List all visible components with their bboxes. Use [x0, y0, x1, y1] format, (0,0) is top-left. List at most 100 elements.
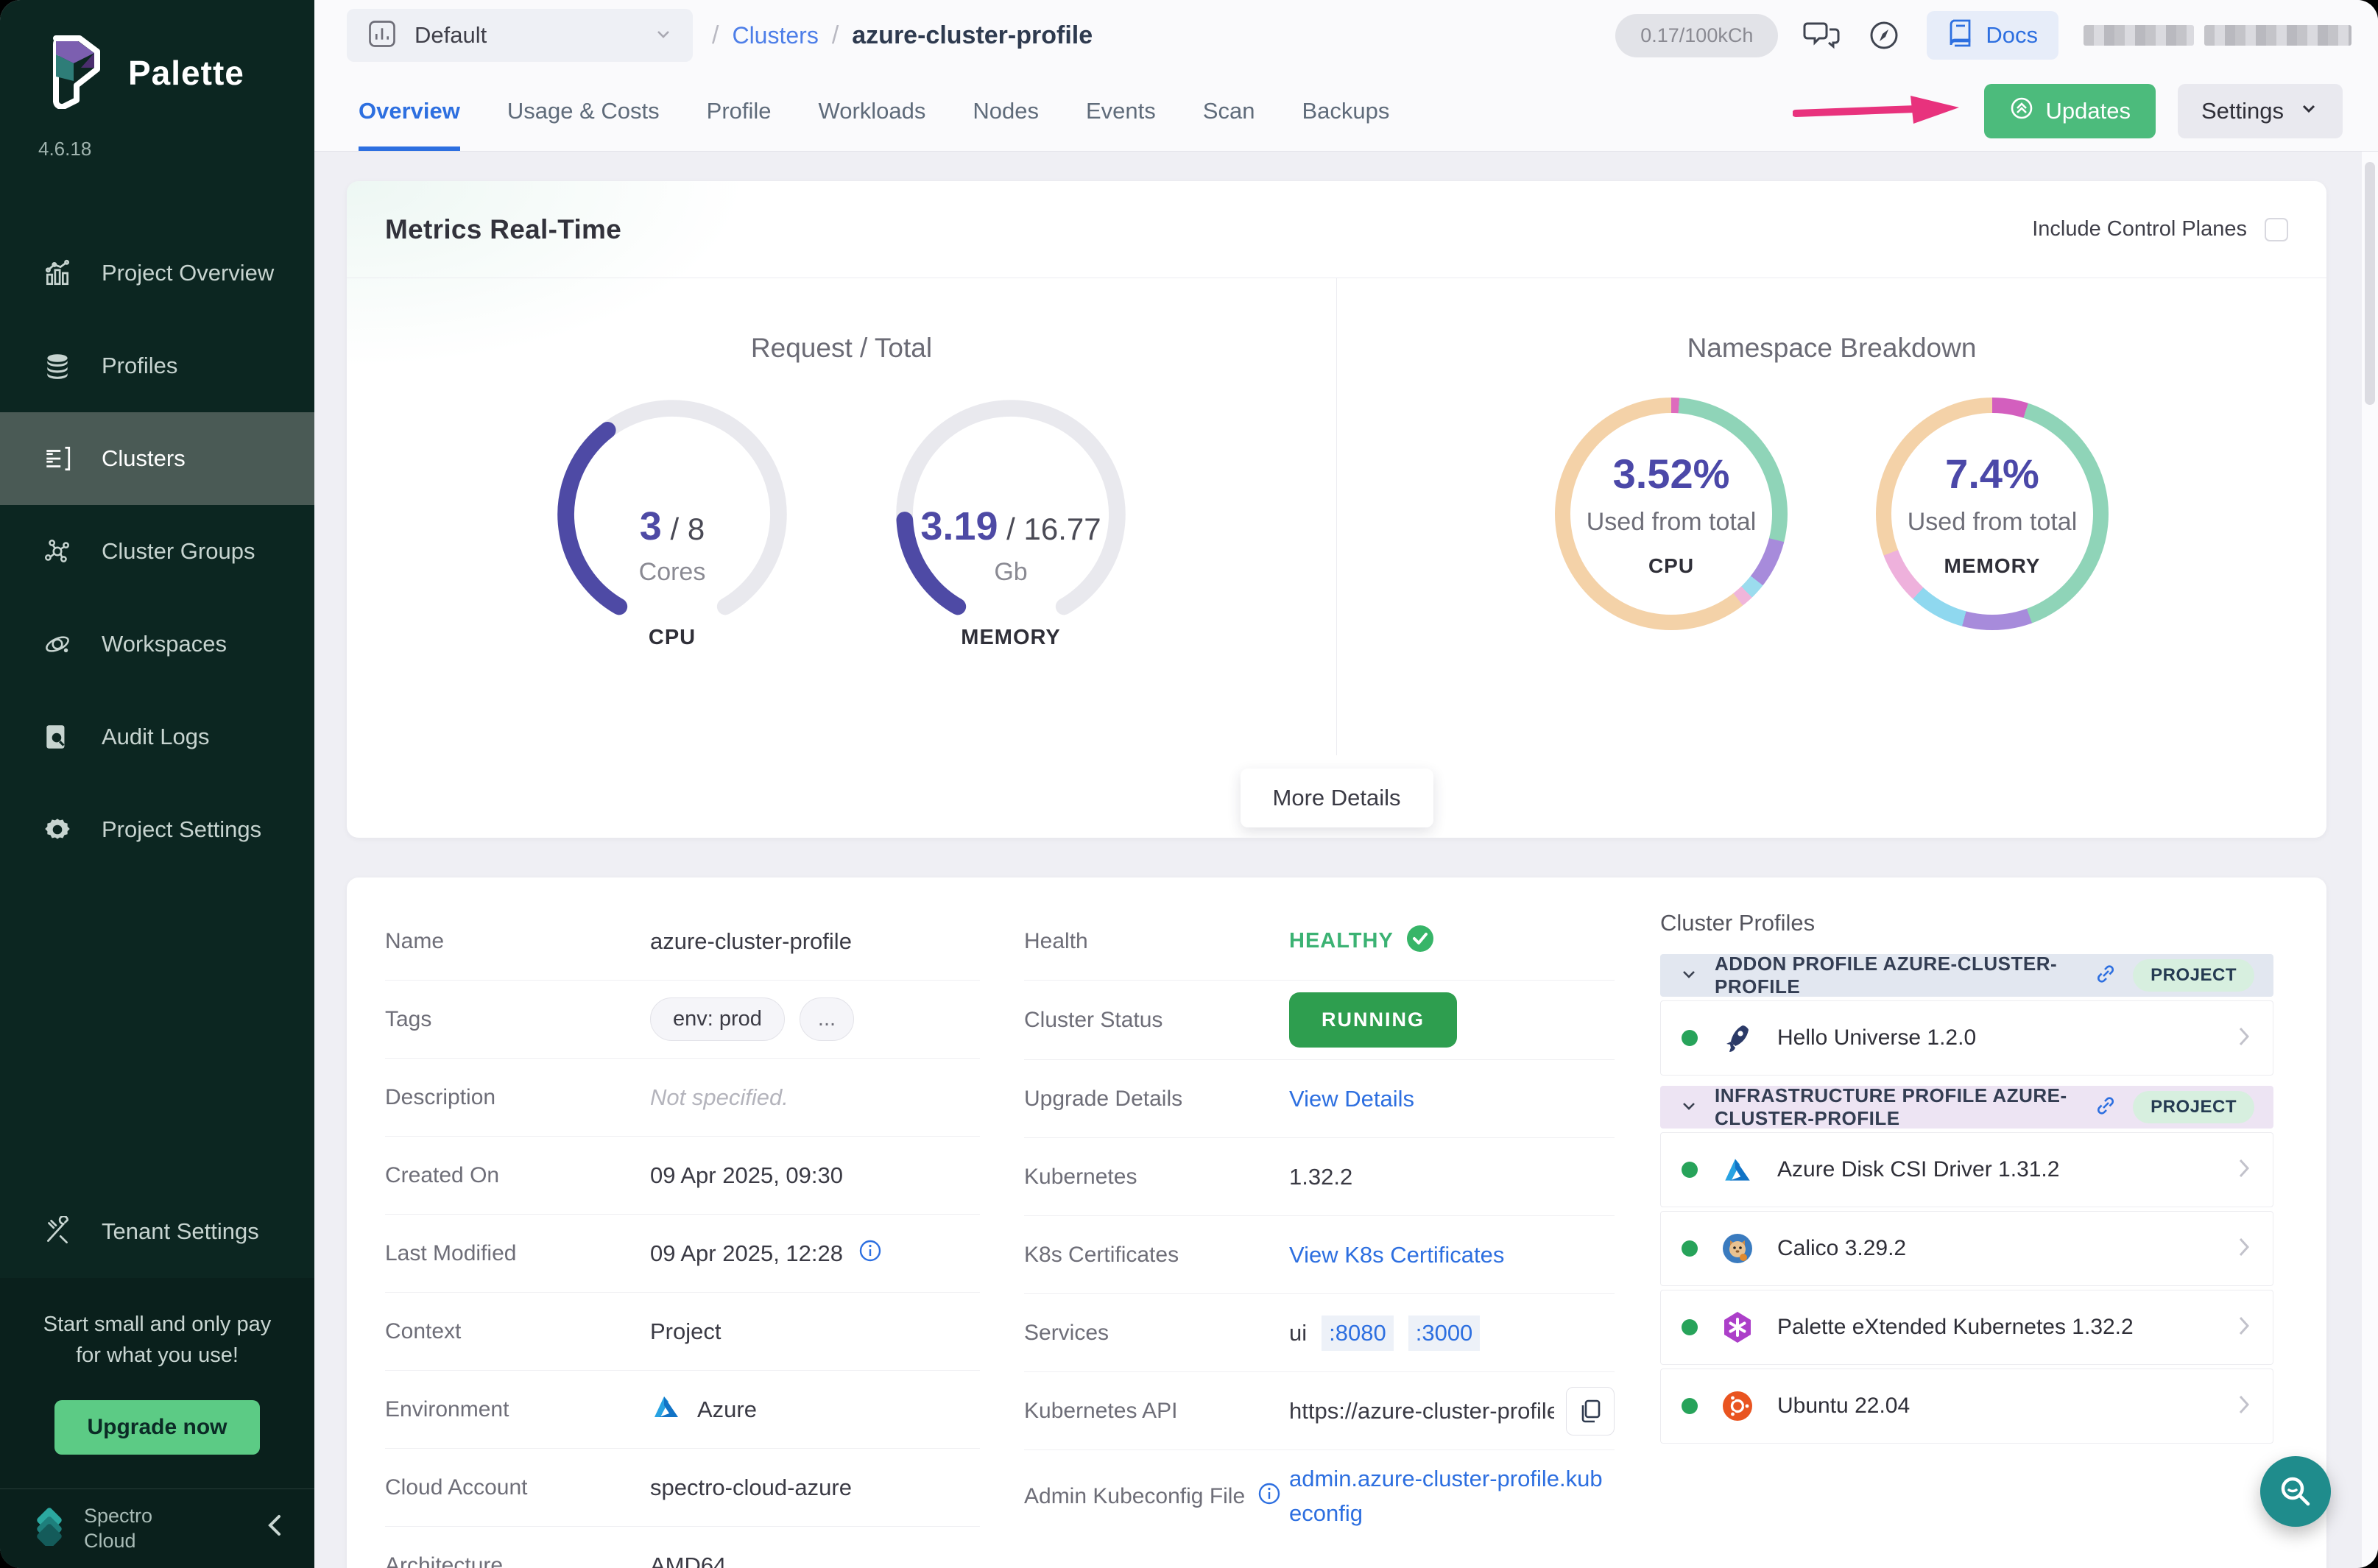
feedback-chat-icon[interactable] [1803, 18, 1841, 53]
layer-status-dot [1682, 1319, 1698, 1335]
cpu-request: 3 [640, 504, 662, 548]
sidebar-item-profiles[interactable]: Profiles [0, 319, 314, 412]
memory-unit: Gb [889, 558, 1132, 587]
footer-brand-top: Spectro [84, 1504, 250, 1529]
tab-backups[interactable]: Backups [1302, 71, 1389, 151]
link-icon [2095, 1095, 2117, 1120]
memory-gauge-value: 3.19 / 16.77 Gb [889, 504, 1132, 587]
sidebar-item-label: Cluster Groups [102, 538, 255, 565]
metrics-body: Request / Total 3 / 8 Cores [347, 278, 2326, 755]
memory-donut-caption: Used from total [1908, 508, 2078, 537]
check-circle-icon [1405, 924, 1435, 959]
copy-api-button[interactable] [1566, 1387, 1615, 1435]
sidebar-item-clusters[interactable]: Clusters [0, 412, 314, 505]
cluster-status-label: Cluster Status [1024, 1008, 1289, 1033]
profile-layer-calico[interactable]: Calico 3.29.2 [1660, 1211, 2273, 1286]
collapse-sidebar-icon[interactable] [266, 1511, 285, 1547]
scrollbar-thumb[interactable] [2365, 162, 2375, 405]
cloud-account-value: spectro-cloud-azure [650, 1475, 980, 1501]
tab-workloads[interactable]: Workloads [819, 71, 926, 151]
layer-status-dot [1682, 1030, 1698, 1046]
memory-used-percent: 7.4% [1945, 450, 2039, 498]
page-title: azure-cluster-profile [852, 21, 1093, 50]
view-details-link[interactable]: View Details [1289, 1086, 1414, 1112]
sidebar-item-tenant-settings[interactable]: Tenant Settings [0, 1185, 314, 1278]
more-details-button[interactable]: More Details [1241, 769, 1433, 827]
breadcrumb-clusters-link[interactable]: Clusters [732, 22, 818, 49]
layer-status-dot [1682, 1398, 1698, 1414]
info-icon[interactable] [858, 1238, 883, 1269]
app-window: Palette 4.6.18 Project Overview [0, 0, 2378, 1568]
calico-logo-icon [1720, 1231, 1755, 1266]
view-certificates-link[interactable]: View K8s Certificates [1289, 1242, 1504, 1268]
kubernetes-api-label: Kubernetes API [1024, 1399, 1289, 1424]
detail-row-certificates: K8s Certificates View K8s Certificates [1024, 1216, 1615, 1294]
kubernetes-api-value: https://azure-cluster-profile... [1289, 1398, 1554, 1424]
cpu-total: 8 [688, 512, 705, 546]
chevron-right-icon [2236, 1313, 2252, 1342]
book-icon [1947, 18, 1974, 53]
details-column-status: Health HEALTHY Cluster Status RUNNING [1024, 903, 1659, 1568]
service-port-8080-link[interactable]: :8080 [1322, 1316, 1394, 1351]
upgrade-now-button[interactable]: Upgrade now [54, 1400, 259, 1455]
status-badge: RUNNING [1289, 992, 1457, 1048]
updates-button[interactable]: Updates [1984, 84, 2156, 138]
kubernetes-label: Kubernetes [1024, 1165, 1289, 1190]
sidebar-item-label: Project Settings [102, 816, 261, 843]
tab-events[interactable]: Events [1086, 71, 1156, 151]
topbar-right: 0.17/100kCh [1615, 11, 2351, 60]
user-name-redacted [2084, 25, 2351, 46]
sidebar-item-label: Clusters [102, 445, 186, 472]
gauge-separator: / [662, 512, 688, 546]
profile-layer-pxk[interactable]: Palette eXtended Kubernetes 1.32.2 [1660, 1290, 2273, 1365]
detail-row-environment: Environment Azure [385, 1371, 980, 1449]
cpu-donut-center: 3.52% Used from total CPU [1555, 398, 1788, 630]
sidebar-item-workspaces[interactable]: Workspaces [0, 598, 314, 691]
main-area: Default / Clusters / azure-cluster-profi… [314, 0, 2378, 1568]
tab-nodes[interactable]: Nodes [973, 71, 1039, 151]
sidebar-item-label: Profiles [102, 353, 177, 379]
search-fab-button[interactable] [2260, 1456, 2331, 1527]
infrastructure-profile-header[interactable]: INFRASTRUCTURE PROFILE AZURE-CLUSTER-PRO… [1660, 1086, 2273, 1129]
project-selector[interactable]: Default [347, 9, 693, 62]
settings-button[interactable]: Settings [2178, 84, 2343, 138]
gear-icon [41, 813, 74, 846]
tab-overview[interactable]: Overview [359, 71, 460, 151]
service-port-3000-link[interactable]: :3000 [1408, 1316, 1481, 1351]
profile-layer-azure-disk-csi[interactable]: Azure Disk CSI Driver 1.31.2 [1660, 1132, 2273, 1207]
cluster-details-card: Name azure-cluster-profile Tags env: pro… [347, 877, 2326, 1568]
chevron-right-icon [2236, 1024, 2252, 1053]
memory-donut: 7.4% Used from total MEMORY [1876, 398, 2109, 630]
profile-layer-ubuntu[interactable]: Ubuntu 22.04 [1660, 1369, 2273, 1444]
addon-profile-header[interactable]: ADDON PROFILE AZURE-CLUSTER-PROFILE PROJ… [1660, 954, 2273, 997]
sidebar-item-audit-logs[interactable]: Audit Logs [0, 691, 314, 783]
tab-profile[interactable]: Profile [707, 71, 772, 151]
tag-more[interactable]: ... [800, 997, 854, 1041]
tab-scan[interactable]: Scan [1203, 71, 1255, 151]
cpu-gauge: 3 / 8 Cores CPU [551, 393, 794, 650]
sidebar-item-project-settings[interactable]: Project Settings [0, 783, 314, 876]
info-icon[interactable] [1257, 1481, 1282, 1512]
namespace-title: Namespace Breakdown [1687, 333, 1977, 364]
explore-compass-icon[interactable] [1866, 18, 1902, 53]
chevron-down-icon [1679, 1096, 1698, 1119]
cluster-groups-icon [41, 535, 74, 568]
settings-label: Settings [2201, 98, 2284, 124]
name-label: Name [385, 929, 650, 954]
updates-icon [2009, 96, 2034, 127]
tab-usage-costs[interactable]: Usage & Costs [507, 71, 660, 151]
last-modified-label: Last Modified [385, 1241, 650, 1266]
chevron-right-icon [2236, 1156, 2252, 1184]
tag-env-prod[interactable]: env: prod [650, 997, 785, 1041]
sidebar-item-cluster-groups[interactable]: Cluster Groups [0, 505, 314, 598]
include-control-planes-checkbox[interactable] [2265, 218, 2288, 241]
profile-layer-hello-universe[interactable]: Hello Universe 1.2.0 [1660, 1000, 2273, 1076]
sidebar-item-project-overview[interactable]: Project Overview [0, 227, 314, 319]
footer-brand: Spectro Cloud [84, 1504, 250, 1554]
docs-label: Docs [1986, 22, 2038, 49]
docs-button[interactable]: Docs [1927, 11, 2058, 60]
scrollbar[interactable] [2362, 152, 2378, 1568]
kubeconfig-download-link[interactable]: admin.azure-cluster-profile.kubeconfig [1289, 1462, 1615, 1530]
memory-total: 16.77 [1024, 512, 1101, 546]
context-value: Project [650, 1318, 980, 1345]
